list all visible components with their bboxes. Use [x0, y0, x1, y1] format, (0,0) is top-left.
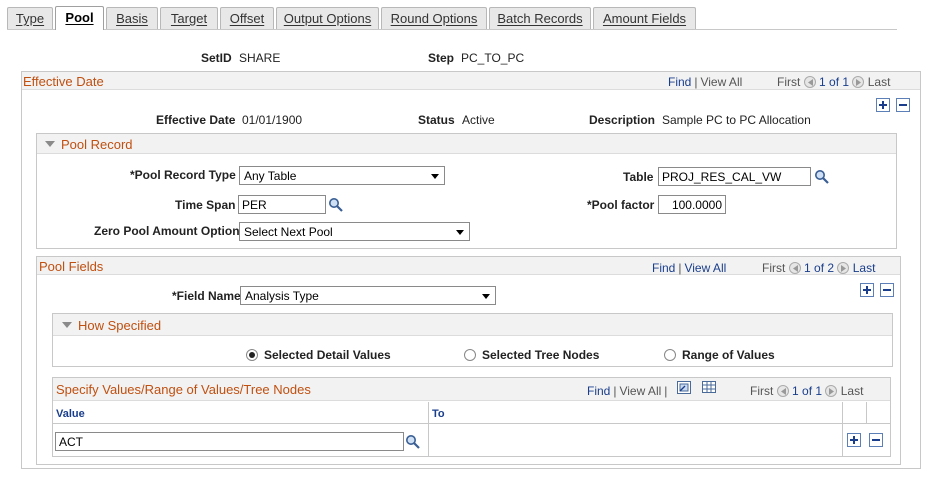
tab-amount-fields[interactable]: Amount Fields: [593, 7, 696, 29]
chevron-down-icon: [431, 174, 439, 179]
value-input[interactable]: ACT: [55, 432, 404, 451]
next-arrow-icon[interactable]: [837, 262, 850, 274]
grid-column-divider: [842, 402, 843, 456]
grid-column-divider: [428, 402, 429, 456]
table-label: Table: [623, 170, 654, 184]
tab-target[interactable]: Target: [160, 7, 218, 29]
radio-range-of-values[interactable]: Range of Values: [664, 348, 775, 362]
values-grid-pager: First 1 of 1 Last: [750, 384, 863, 398]
previous-arrow-icon[interactable]: [788, 262, 801, 274]
add-row-icon[interactable]: [860, 283, 874, 297]
find-link[interactable]: Find: [587, 384, 610, 398]
spreadsheet-download-icon[interactable]: [702, 381, 716, 393]
last-label: Last: [840, 384, 864, 398]
tab-batch-records[interactable]: Batch Records: [489, 7, 591, 29]
time-span-input[interactable]: PER: [238, 195, 326, 214]
radio-selected-tree-nodes[interactable]: Selected Tree Nodes: [464, 348, 599, 362]
step-value: PC_TO_PC: [461, 51, 525, 65]
column-header-value[interactable]: Value: [56, 408, 85, 420]
description-label: Description: [589, 113, 656, 127]
radio-unselected-icon[interactable]: [664, 349, 676, 361]
delete-row-icon[interactable]: [880, 283, 894, 297]
radio-selected-icon[interactable]: [246, 349, 258, 361]
tab-basis[interactable]: Basis: [106, 7, 158, 29]
pool-fields-nav: Find | View All: [652, 261, 727, 275]
first-label: First: [750, 384, 774, 398]
time-span-label: Time Span: [175, 198, 236, 212]
pool-factor-label: *Pool factor: [587, 198, 655, 212]
values-grid-title: Specify Values/Range of Values/Tree Node…: [56, 382, 311, 397]
tab-round-options[interactable]: Round Options: [381, 7, 487, 29]
pool-record-type-label: *Pool Record Type: [130, 168, 236, 182]
pool-fields-title: Pool Fields: [39, 259, 104, 274]
pool-record-type-select[interactable]: Any Table: [239, 166, 445, 185]
chevron-down-icon: [456, 230, 464, 235]
zero-pool-label: Zero Pool Amount Option: [94, 224, 240, 238]
row-range: 1 of 1: [792, 384, 823, 398]
tab-offset[interactable]: Offset: [220, 7, 274, 29]
status-label: Status: [418, 113, 455, 127]
grid-column-header-row: [53, 402, 890, 424]
tab-output-options[interactable]: Output Options: [276, 7, 379, 29]
first-label: First: [777, 75, 801, 89]
effective-date-title: Effective Date: [23, 74, 104, 89]
last-link[interactable]: Last: [853, 261, 876, 275]
zoom-grid-icon[interactable]: [677, 381, 691, 394]
find-link[interactable]: Find: [668, 75, 691, 89]
effective-date-nav: Find | View All: [668, 75, 743, 89]
first-label: First: [762, 261, 786, 275]
last-label: Last: [867, 75, 891, 89]
table-input[interactable]: PROJ_RES_CAL_VW: [658, 167, 811, 186]
previous-arrow-icon[interactable]: [776, 385, 789, 397]
step-label: Step: [428, 51, 455, 65]
previous-arrow-icon[interactable]: [803, 76, 816, 88]
tab-pool[interactable]: Pool: [55, 6, 104, 30]
radio-selected-detail-values[interactable]: Selected Detail Values: [246, 348, 391, 362]
how-specified-title[interactable]: How Specified: [62, 318, 161, 333]
column-header-to[interactable]: To: [432, 408, 445, 420]
next-arrow-icon[interactable]: [825, 385, 838, 397]
chevron-down-icon: [482, 294, 490, 299]
view-all-link[interactable]: View All: [684, 261, 726, 275]
values-grid-nav: Find | View All |: [587, 384, 668, 398]
collapse-triangle-icon[interactable]: [45, 141, 55, 147]
pool-record-title[interactable]: Pool Record: [45, 137, 133, 152]
grid-column-divider: [866, 402, 867, 424]
find-link[interactable]: Find: [652, 261, 675, 275]
tab-type[interactable]: Type: [7, 7, 53, 29]
delete-row-icon[interactable]: [869, 433, 883, 447]
pool-fields-pager: First 1 of 2 Last: [762, 261, 875, 275]
pool-factor-input[interactable]: 100.0000: [658, 195, 726, 214]
view-all-link[interactable]: View All: [700, 75, 742, 89]
effective-date-label: Effective Date: [156, 113, 236, 127]
lookup-icon[interactable]: [405, 434, 421, 450]
how-specified-header: [53, 314, 892, 336]
add-row-icon[interactable]: [876, 98, 890, 112]
effective-date-pager: First 1 of 1 Last: [777, 75, 890, 89]
delete-row-icon[interactable]: [896, 98, 910, 112]
status-value: Active: [462, 113, 495, 127]
row-range: 1 of 1: [819, 75, 850, 89]
lookup-icon[interactable]: [328, 197, 344, 213]
collapse-triangle-icon[interactable]: [62, 322, 72, 328]
setid-label: SetID: [201, 51, 232, 65]
radio-unselected-icon[interactable]: [464, 349, 476, 361]
lookup-icon[interactable]: [814, 169, 830, 185]
field-name-select[interactable]: Analysis Type: [240, 286, 496, 305]
description-value: Sample PC to PC Allocation: [662, 113, 811, 127]
effective-date-value: 01/01/1900: [242, 113, 303, 127]
pool-record-header: [37, 134, 896, 154]
zero-pool-select[interactable]: Select Next Pool: [239, 222, 470, 241]
view-all-link[interactable]: View All: [619, 384, 661, 398]
tabs-underline: [7, 29, 897, 30]
field-name-label: *Field Name: [172, 289, 241, 303]
setid-value: SHARE: [239, 51, 281, 65]
next-arrow-icon[interactable]: [852, 76, 865, 88]
row-range: 1 of 2: [804, 261, 835, 275]
add-row-icon[interactable]: [847, 433, 861, 447]
